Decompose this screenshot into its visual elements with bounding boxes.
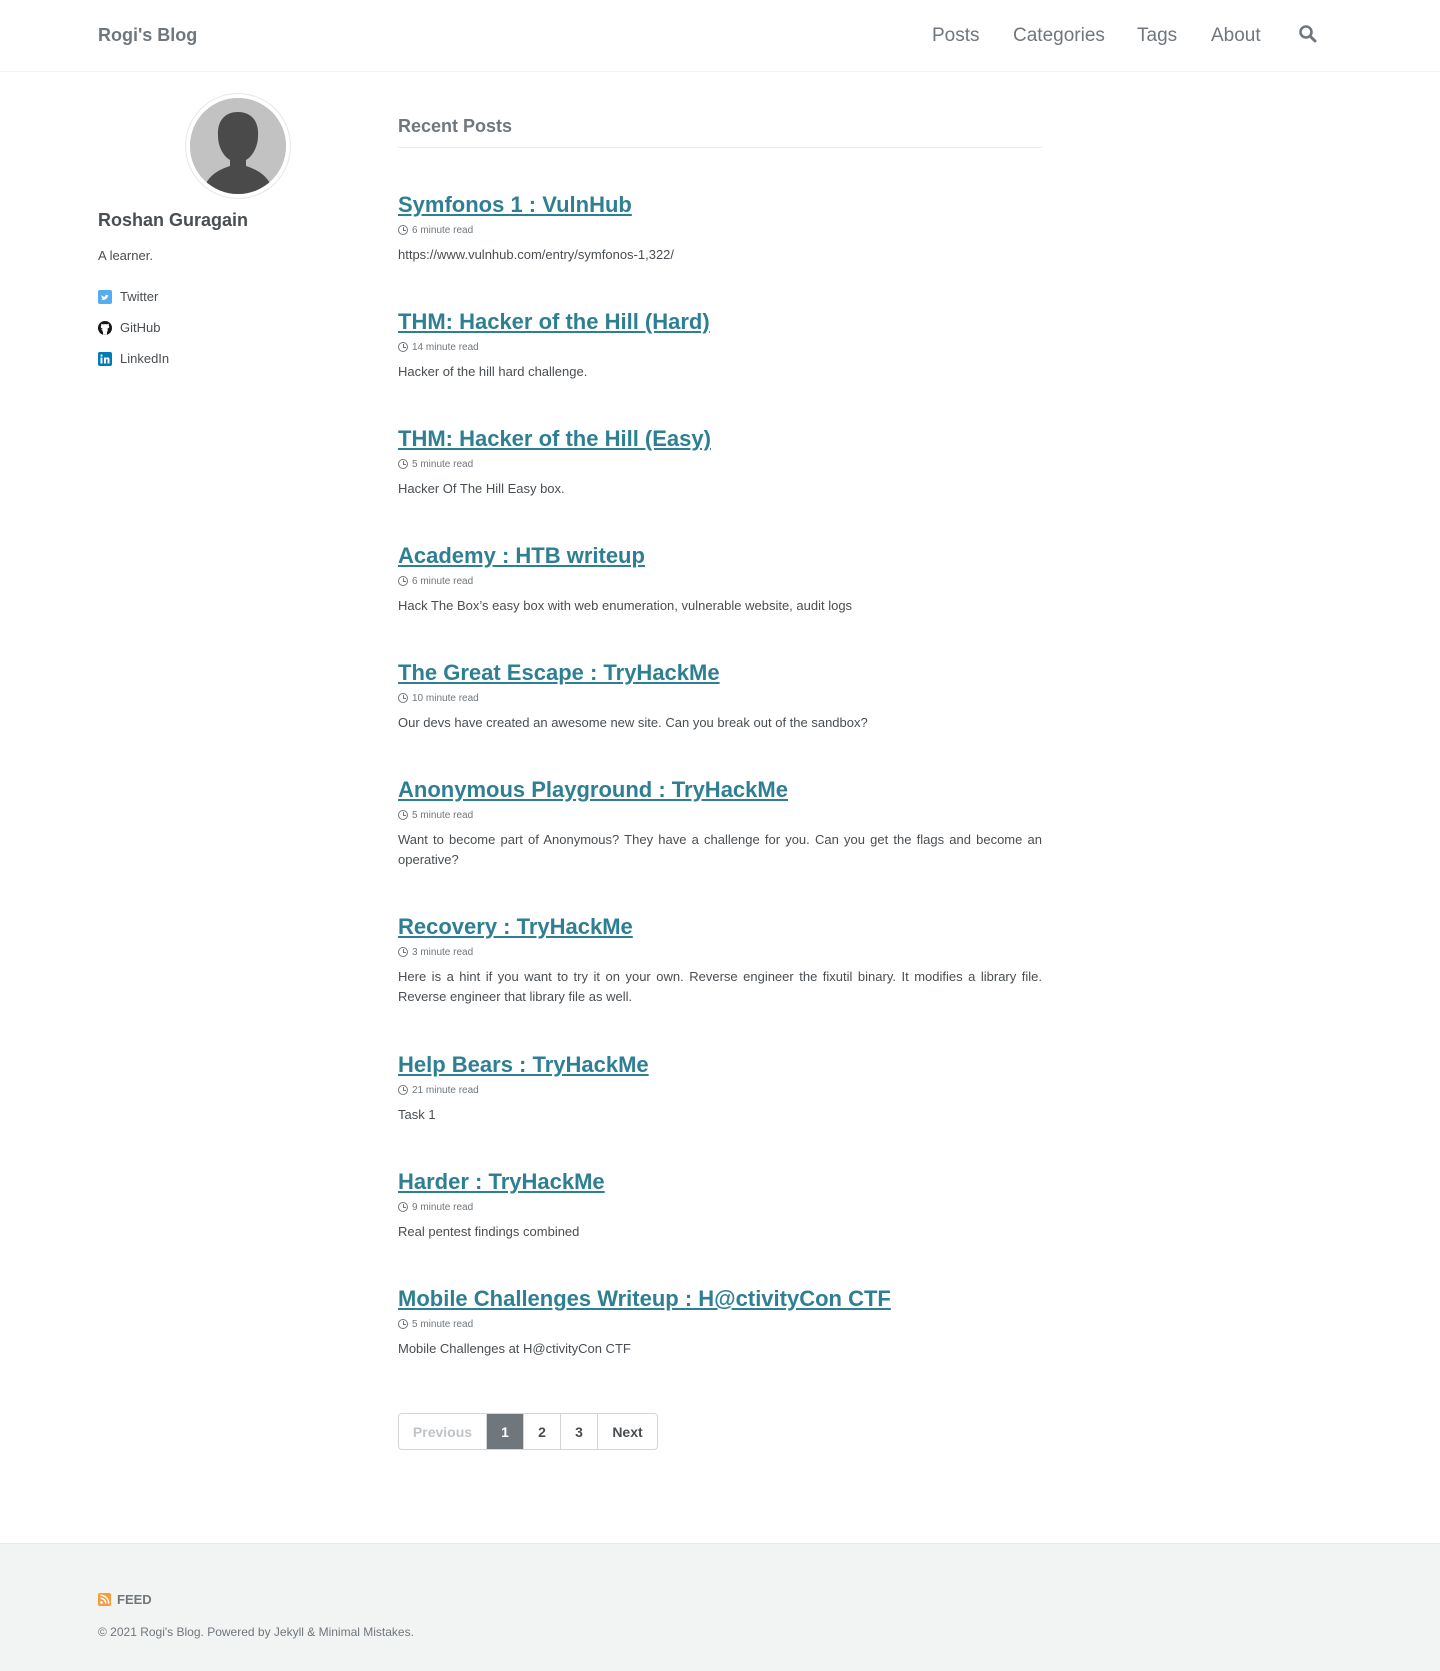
avatar-image [190, 98, 286, 194]
post-meta: 5 minute read [398, 458, 1042, 470]
read-time: 6 minute read [412, 224, 474, 236]
linkedin-link[interactable]: LinkedIn [98, 351, 169, 366]
linkedin-icon [98, 351, 112, 366]
post-meta: 14 minute read [398, 341, 1042, 353]
pagination: Previous 1 2 3 Next [398, 1413, 658, 1450]
post-meta: 5 minute read [398, 809, 1042, 821]
post-title-link[interactable]: Symfonos 1 : VulnHub [398, 192, 1042, 218]
read-time: 6 minute read [412, 575, 474, 587]
twitter-icon [98, 289, 112, 304]
clock-icon [398, 1202, 408, 1212]
post-item: Recovery : TryHackMe 3 minute read Here … [398, 914, 1042, 1007]
clock-icon [398, 576, 408, 586]
post-excerpt: Here is a hint if you want to try it on … [398, 969, 1042, 1004]
post-item: Anonymous Playground : TryHackMe 5 minut… [398, 777, 1042, 870]
page-2-button[interactable]: 2 [524, 1414, 561, 1449]
post-meta: 6 minute read [398, 224, 1042, 236]
post-excerpt: Hacker Of The Hill Easy box. [398, 481, 565, 496]
clock-icon [398, 459, 408, 469]
read-time: 9 minute read [412, 1201, 474, 1213]
post-meta: 3 minute read [398, 946, 1042, 958]
clock-icon [398, 342, 408, 352]
rss-icon [98, 1593, 111, 1606]
post-title-link[interactable]: THM: Hacker of the Hill (Hard) [398, 309, 1042, 335]
clock-icon [398, 810, 408, 820]
post-excerpt: Task 1 [398, 1107, 436, 1122]
post-title-link[interactable]: Mobile Challenges Writeup : H@ctivityCon… [398, 1286, 1042, 1312]
nav-tags[interactable]: Tags [1137, 25, 1177, 47]
twitter-link[interactable]: Twitter [98, 289, 158, 304]
read-time: 5 minute read [412, 1318, 474, 1330]
post-meta: 10 minute read [398, 692, 1042, 704]
read-time: 10 minute read [412, 692, 479, 704]
post-item: Help Bears : TryHackMe 21 minute read Ta… [398, 1052, 1042, 1125]
nav-categories[interactable]: Categories [1013, 25, 1105, 47]
copyright: © 2021 Rogi's Blog. Powered by Jekyll & … [98, 1625, 414, 1639]
post-item: Symfonos 1 : VulnHub 6 minute read https… [398, 192, 1042, 265]
post-meta: 5 minute read [398, 1318, 1042, 1330]
masthead: Rogi's Blog Posts Categories Tags About [0, 0, 1440, 72]
post-item: THM: Hacker of the Hill (Hard) 14 minute… [398, 309, 1042, 382]
clock-icon [398, 1085, 408, 1095]
feed-link[interactable]: FEED [98, 1592, 152, 1607]
post-item: Academy : HTB writeup 6 minute read Hack… [398, 543, 1042, 616]
read-time: 3 minute read [412, 946, 474, 958]
post-excerpt: Real pentest findings combined [398, 1224, 580, 1239]
page-1-button[interactable]: 1 [487, 1414, 524, 1449]
linkedin-label: LinkedIn [120, 351, 170, 366]
read-time: 21 minute read [412, 1084, 479, 1096]
post-excerpt: Mobile Challenges at H@ctivityCon CTF [398, 1341, 631, 1356]
read-time: 5 minute read [412, 458, 474, 470]
clock-icon [398, 225, 408, 235]
site-title[interactable]: Rogi's Blog [98, 25, 197, 46]
post-title-link[interactable]: Help Bears : TryHackMe [398, 1052, 1042, 1078]
page-3-button[interactable]: 3 [561, 1414, 598, 1449]
recent-posts-heading: Recent Posts [398, 116, 513, 136]
post-item: Mobile Challenges Writeup : H@ctivityCon… [398, 1286, 1042, 1359]
nav-posts[interactable]: Posts [932, 25, 980, 47]
post-title-link[interactable]: THM: Hacker of the Hill (Easy) [398, 426, 1042, 452]
clock-icon [398, 693, 408, 703]
post-excerpt: Want to become part of Anonymous? They h… [398, 832, 1042, 867]
github-icon [98, 320, 112, 335]
author-name: Roshan Guragain [98, 210, 249, 230]
post-excerpt: Our devs have created an awesome new sit… [398, 715, 868, 730]
next-page-button[interactable]: Next [598, 1414, 657, 1449]
post-excerpt: Hacker of the hill hard challenge. [398, 364, 588, 379]
post-meta: 9 minute read [398, 1201, 1042, 1213]
post-title-link[interactable]: Harder : TryHackMe [398, 1169, 1042, 1195]
author-bio: A learner. [98, 248, 153, 263]
page-footer: FEED © 2021 Rogi's Blog. Powered by Jeky… [0, 1543, 1440, 1671]
nav-about[interactable]: About [1211, 25, 1261, 47]
feed-label: FEED [117, 1592, 152, 1607]
twitter-label: Twitter [120, 289, 159, 304]
clock-icon [398, 1319, 408, 1329]
read-time: 14 minute read [412, 341, 479, 353]
post-item: Harder : TryHackMe 9 minute read Real pe… [398, 1169, 1042, 1242]
clock-icon [398, 947, 408, 957]
post-title-link[interactable]: The Great Escape : TryHackMe [398, 660, 1042, 686]
post-excerpt: https://www.vulnhub.com/entry/symfonos-1… [398, 247, 675, 262]
search-icon[interactable] [1298, 24, 1320, 46]
avatar [185, 93, 291, 199]
post-title-link[interactable]: Recovery : TryHackMe [398, 914, 1042, 940]
read-time: 5 minute read [412, 809, 474, 821]
post-item: THM: Hacker of the Hill (Easy) 5 minute … [398, 426, 1042, 499]
post-item: The Great Escape : TryHackMe 10 minute r… [398, 660, 1042, 733]
post-excerpt: Hack The Box’s easy box with web enumera… [398, 598, 853, 613]
github-label: GitHub [120, 320, 161, 335]
post-meta: 6 minute read [398, 575, 1042, 587]
post-title-link[interactable]: Anonymous Playground : TryHackMe [398, 777, 1042, 803]
divider [398, 147, 1042, 148]
post-title-link[interactable]: Academy : HTB writeup [398, 543, 1042, 569]
previous-page-button[interactable]: Previous [399, 1414, 487, 1449]
github-link[interactable]: GitHub [98, 320, 160, 335]
post-meta: 21 minute read [398, 1084, 1042, 1096]
